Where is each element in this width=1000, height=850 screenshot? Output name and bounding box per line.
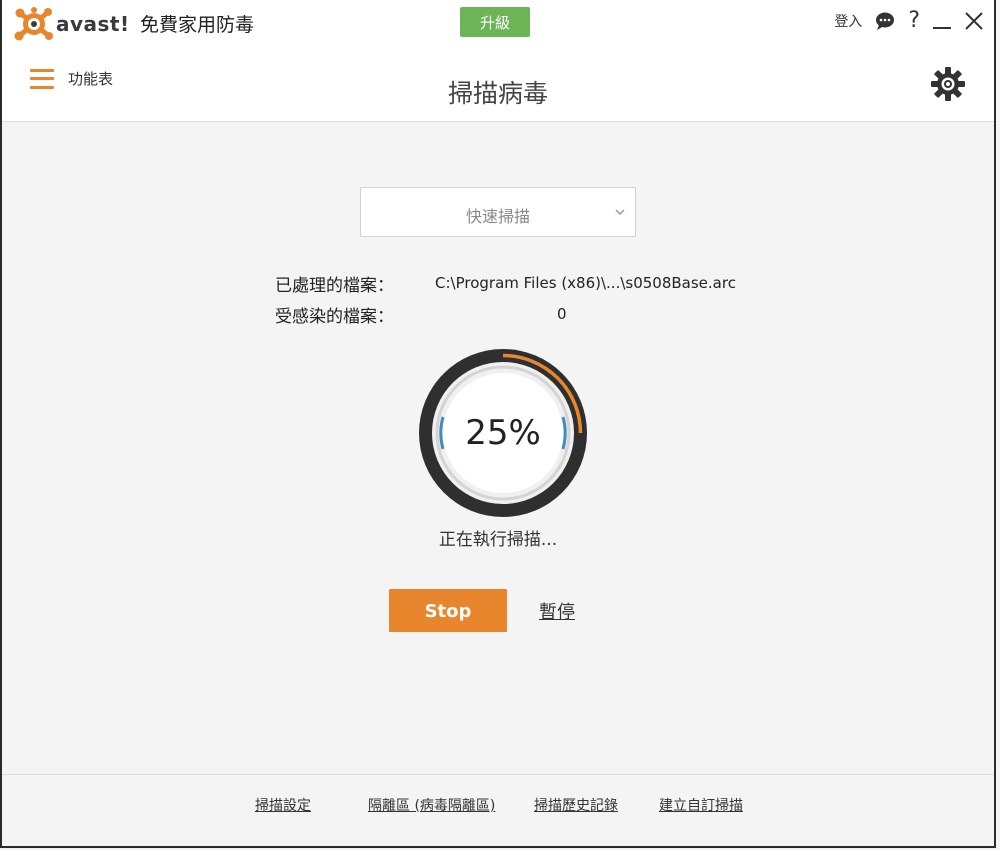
infected-files-value: 0 (557, 305, 567, 323)
footer-link-scan-settings[interactable]: 掃描設定 (255, 795, 311, 815)
footer-link-custom-scan[interactable]: 建立自訂掃描 (659, 795, 743, 815)
scan-type-select[interactable]: 快速掃描 (360, 187, 636, 237)
page-title: 掃描病毒 (447, 79, 548, 108)
title-bar: avast! 免費家用防毒 升級 登入 ? (2, 0, 994, 48)
footer-link-scan-history[interactable]: 掃描歷史記錄 (534, 795, 618, 815)
chevron-down-icon (615, 209, 625, 216)
gear-icon[interactable] (930, 66, 966, 102)
processed-files-value: C:\Program Files (x86)\...\s0508Base.arc (435, 274, 736, 292)
footer-links: 掃描設定 隔離區 (病毒隔離區) 掃描歷史記錄 建立自訂掃描 (2, 774, 994, 846)
infected-files-label: 受感染的檔案： (275, 307, 394, 327)
minimize-icon[interactable] (932, 10, 952, 32)
footer-link-quarantine[interactable]: 隔離區 (病毒隔離區) (368, 795, 495, 815)
scan-type-value: 快速掃描 (465, 207, 530, 226)
stop-button[interactable]: Stop (389, 589, 507, 632)
avast-logo: avast! (14, 6, 130, 42)
progress-percent: 25% (465, 413, 541, 453)
window-controls: 登入 ? (834, 8, 984, 34)
upgrade-button[interactable]: 升級 (460, 7, 530, 37)
chat-icon[interactable] (874, 11, 896, 31)
login-link[interactable]: 登入 (834, 11, 862, 31)
product-name: 免費家用防毒 (140, 14, 255, 36)
pause-link[interactable]: 暫停 (539, 598, 575, 624)
app-window: avast! 免費家用防毒 升級 登入 ? 功能表 掃描病毒 快速掃描 已處理的… (0, 0, 996, 848)
processed-files-label: 已處理的檔案： (275, 276, 394, 296)
scan-status: 正在執行掃描... (438, 530, 558, 550)
scan-progress-ring: 25% (415, 345, 591, 521)
avast-logo-icon (14, 7, 53, 41)
logo-text: avast! (56, 12, 130, 36)
close-icon[interactable] (964, 10, 984, 32)
help-icon[interactable]: ? (908, 8, 920, 34)
page-header: 功能表 掃描病毒 (2, 48, 994, 122)
